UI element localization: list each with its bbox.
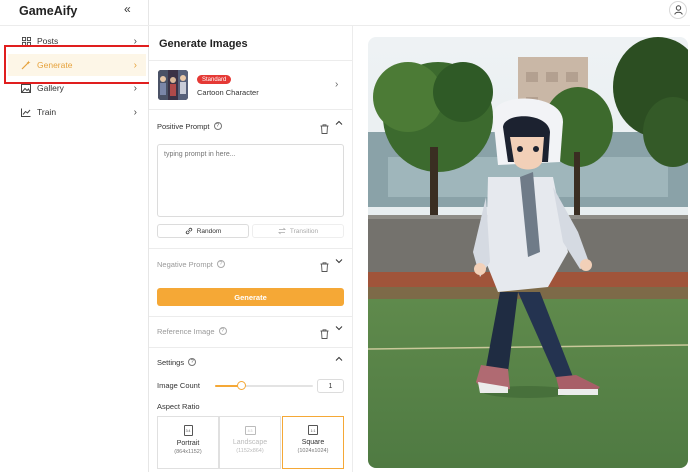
- sidebar-item-label: Posts: [37, 36, 59, 46]
- sidebar-item-generate[interactable]: Generate ›: [8, 54, 146, 76]
- chevron-up-icon[interactable]: [335, 355, 343, 365]
- aspect-ratio-name: Portrait: [176, 440, 200, 447]
- app-root: GameAify « Posts › Generate › Gallery ›: [0, 0, 690, 472]
- chevron-right-icon: ›: [335, 79, 339, 90]
- image-count-label: Image Count: [157, 381, 200, 390]
- reference-image-header[interactable]: Reference Image ?: [157, 324, 347, 339]
- trash-icon[interactable]: [320, 121, 329, 134]
- chevron-down-icon[interactable]: [335, 257, 343, 267]
- sidebar-item-posts[interactable]: Posts ›: [8, 30, 146, 52]
- swap-icon: [277, 227, 286, 235]
- transition-label: Transition: [289, 227, 319, 235]
- help-icon[interactable]: ?: [188, 358, 197, 366]
- aspect-ratio-label: Aspect Ratio: [157, 402, 200, 411]
- sidebar-item-gallery[interactable]: Gallery ›: [8, 77, 146, 99]
- transition-button[interactable]: Transition: [252, 224, 344, 238]
- sidebar-item-train[interactable]: Train ›: [8, 101, 146, 123]
- image-icon: [21, 83, 31, 93]
- generate-button[interactable]: Generate: [157, 288, 344, 306]
- aspect-ratio-name: Square: [301, 439, 325, 446]
- settings-header[interactable]: Settings ?: [157, 355, 347, 369]
- help-icon[interactable]: ?: [216, 260, 225, 268]
- image-count-slider[interactable]: [215, 381, 313, 391]
- divider: [149, 347, 353, 348]
- chevron-right-icon: ›: [133, 82, 137, 94]
- negative-prompt-label: Negative Prompt: [157, 259, 213, 269]
- aspect-ratio-size: (1024x1024): [297, 448, 329, 454]
- collapse-sidebar-icon[interactable]: «: [124, 2, 131, 16]
- model-thumbnail: [158, 70, 188, 100]
- panel-title: Generate Images: [159, 38, 248, 50]
- model-badge: Standard: [197, 75, 232, 84]
- trash-icon[interactable]: [320, 326, 329, 339]
- grid-icon: [21, 36, 31, 46]
- help-icon[interactable]: ?: [218, 327, 227, 335]
- app-title: GameAify: [19, 4, 78, 18]
- sidebar-item-label: Generate: [37, 60, 73, 70]
- positive-prompt-label: Positive Prompt: [157, 121, 210, 131]
- chevron-right-icon: ›: [133, 35, 137, 47]
- random-label: Random: [196, 227, 222, 235]
- sidebar-item-label: Train: [37, 107, 57, 117]
- sidebar-divider: [0, 25, 149, 26]
- divider: [149, 316, 353, 317]
- portrait-icon: 3:4: [183, 425, 193, 436]
- help-icon[interactable]: ?: [213, 122, 222, 130]
- reference-image-label: Reference Image: [157, 326, 215, 336]
- negative-prompt-header[interactable]: Negative Prompt ?: [157, 257, 347, 272]
- magic-wand-icon: [21, 60, 31, 70]
- aspect-ratio-landscape[interactable]: 4:3 Landscape (1152x864): [219, 416, 281, 469]
- settings-label: Settings: [157, 357, 185, 367]
- image-count-input[interactable]: [317, 379, 344, 393]
- slider-handle[interactable]: [237, 381, 246, 390]
- positive-prompt-input[interactable]: [157, 144, 344, 217]
- aspect-ratio-name: Landscape: [232, 439, 268, 446]
- chevron-down-icon[interactable]: [335, 324, 343, 334]
- chevron-up-icon[interactable]: [335, 119, 343, 129]
- aspect-ratio-size: (864x1152): [174, 449, 202, 455]
- generate-panel: Generate Images Standard Cartoon Charact: [149, 26, 353, 472]
- divider: [149, 248, 353, 249]
- landscape-icon: 4:3: [244, 426, 256, 435]
- model-name: Cartoon Character: [197, 88, 259, 97]
- sidebar-item-label: Gallery: [37, 83, 64, 93]
- link-icon: [185, 227, 192, 235]
- chart-line-icon: [21, 107, 31, 117]
- generated-image-preview[interactable]: [368, 37, 688, 468]
- random-button[interactable]: Random: [157, 224, 249, 238]
- sidebar: GameAify « Posts › Generate › Gallery ›: [0, 0, 149, 472]
- aspect-ratio-size: (1152x864): [236, 448, 264, 454]
- aspect-ratio-square[interactable]: 1:1 Square (1024x1024): [282, 416, 344, 469]
- aspect-ratio-portrait[interactable]: 3:4 Portrait (864x1152): [157, 416, 219, 469]
- chevron-right-icon: ›: [133, 59, 137, 71]
- trash-icon[interactable]: [320, 259, 329, 272]
- generated-image: [368, 37, 688, 468]
- positive-prompt-header: Positive Prompt ?: [157, 119, 347, 134]
- chevron-right-icon: ›: [133, 106, 137, 118]
- model-selector[interactable]: Standard Cartoon Character ›: [149, 60, 353, 110]
- square-icon: 1:1: [308, 425, 318, 435]
- user-icon[interactable]: [669, 1, 687, 19]
